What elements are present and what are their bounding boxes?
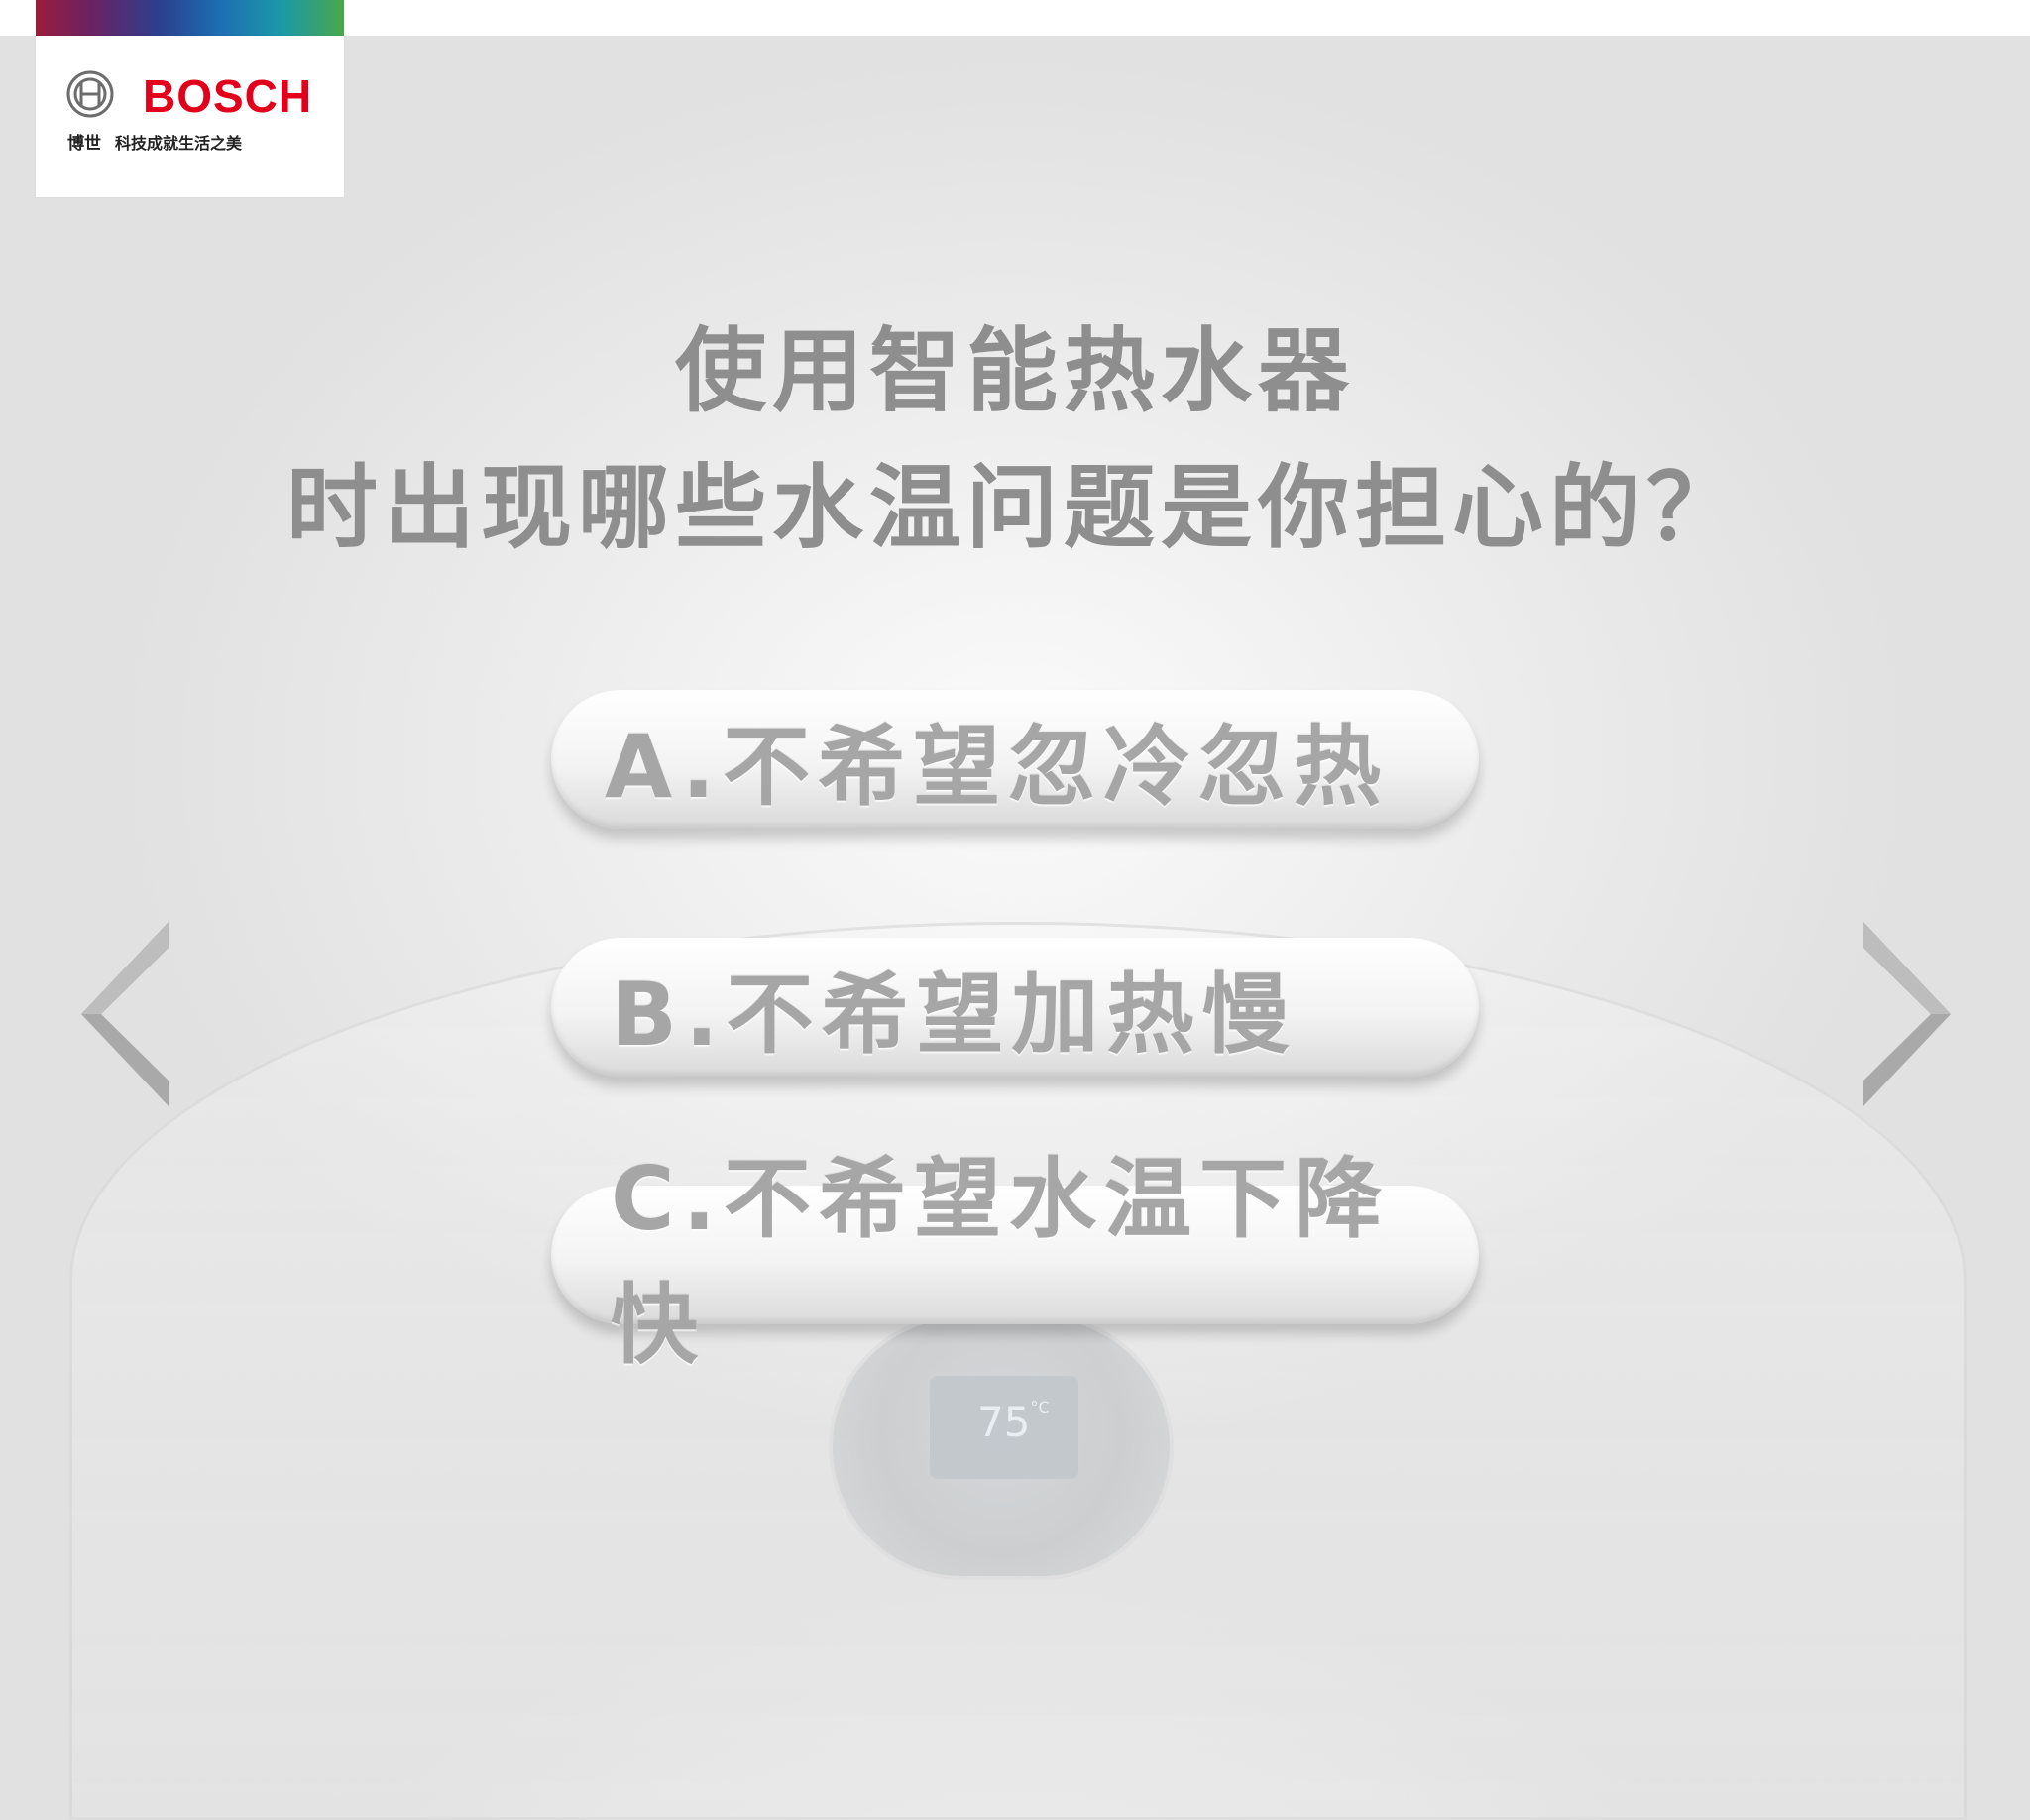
heater-temperature-readout: 75°C: [977, 1398, 1050, 1446]
chevron-left-icon: [81, 922, 169, 1106]
option-a-button[interactable]: A.不希望忽冷忽热: [551, 690, 1479, 829]
next-page-button[interactable]: [1854, 918, 1953, 1110]
brand-chinese-name: 博世: [67, 134, 101, 154]
brand-subtitle: 博世 科技成就生活之美: [67, 129, 242, 154]
brand-color-stripe: [36, 0, 344, 36]
question-title-line-1: 使用智能热水器: [674, 318, 1355, 424]
chevron-right-icon: [1863, 922, 1951, 1106]
brand-logo-box: BOSCH 博世 科技成就生活之美: [36, 36, 344, 197]
heater-temperature-value: 75: [977, 1398, 1031, 1446]
previous-page-button[interactable]: [79, 918, 178, 1110]
brand-tagline: 科技成就生活之美: [115, 134, 243, 153]
bosch-armature-icon: [66, 70, 114, 118]
option-b-label: B.不希望加热慢: [611, 963, 1297, 1066]
heater-temperature-unit: °C: [1030, 1398, 1050, 1417]
option-c-button[interactable]: C.不希望水温下降快: [551, 1148, 1479, 1376]
option-a-label: A.不希望忽冷忽热: [605, 715, 1390, 818]
brand-name: BOSCH: [143, 70, 313, 122]
question-title-line-2: 时出现哪些水温问题是你担心的？: [285, 455, 1744, 561]
option-c-label: C.不希望水温下降快: [611, 1148, 1391, 1376]
option-b-button[interactable]: B.不希望加热慢: [551, 938, 1479, 1077]
